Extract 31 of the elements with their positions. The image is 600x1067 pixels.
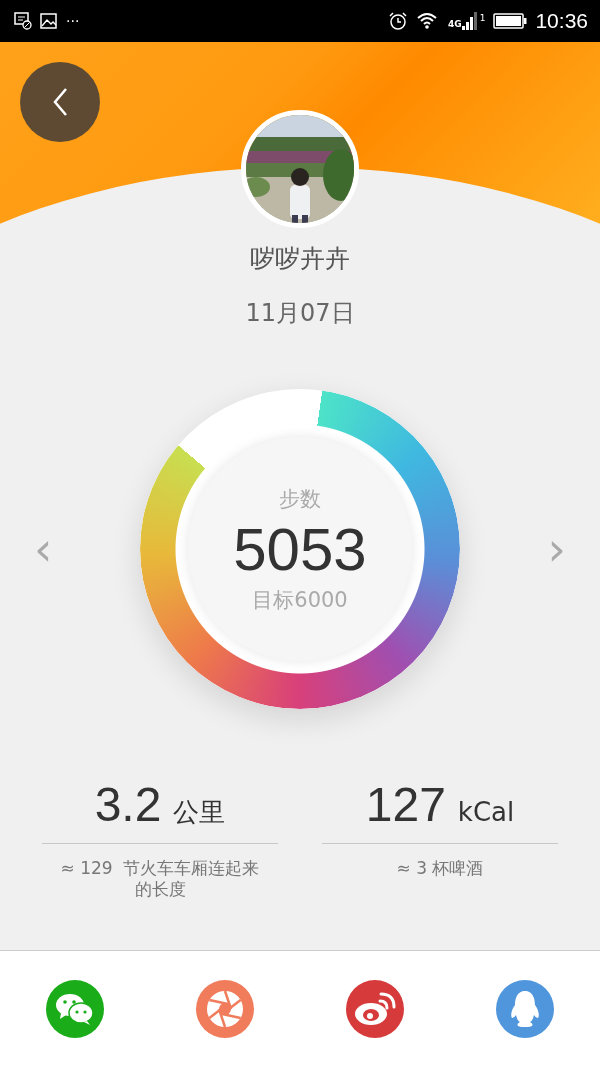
back-icon <box>52 87 68 117</box>
next-day-button[interactable]: › <box>543 522 570 576</box>
aperture-icon <box>205 989 245 1029</box>
chat-bubbles-icon <box>55 992 95 1026</box>
network-type: 4G <box>448 19 462 29</box>
stat-unit: 公里 <box>173 796 226 829</box>
alarm-icon <box>388 11 409 31</box>
share-button[interactable] <box>196 980 254 1038</box>
more-notifications: ··· <box>66 13 80 29</box>
share-button[interactable] <box>346 980 404 1038</box>
stat-unit: kCal <box>457 797 515 827</box>
steps-goal: 目标6000 <box>252 586 348 614</box>
battery-icon <box>493 13 528 29</box>
share-button[interactable] <box>496 980 554 1038</box>
previous-day-button[interactable]: ‹ <box>30 522 57 576</box>
image-icon <box>40 12 58 30</box>
user-name: 哕哕卉卉 <box>250 243 350 275</box>
steps-count: 5053 <box>233 514 367 584</box>
eye-with-waves-icon <box>354 991 396 1027</box>
stat-comparison: ≈ 3 杯啤酒 <box>395 858 485 880</box>
stat-value: 3.2 <box>94 777 162 832</box>
message-blocked-icon <box>14 12 32 30</box>
stat-value: 127 <box>365 777 446 832</box>
share-button[interactable] <box>46 980 104 1038</box>
sim-number: 1 <box>479 13 486 23</box>
stat-comparison: ≈ 129 节火车车厢连起来的长度 <box>59 858 261 901</box>
steps-label: 步数 <box>279 485 321 513</box>
signal-icon <box>461 12 478 30</box>
penguin-icon <box>508 989 542 1029</box>
clock: 10:36 <box>535 9 588 33</box>
date-label: 11月07日 <box>245 298 355 329</box>
